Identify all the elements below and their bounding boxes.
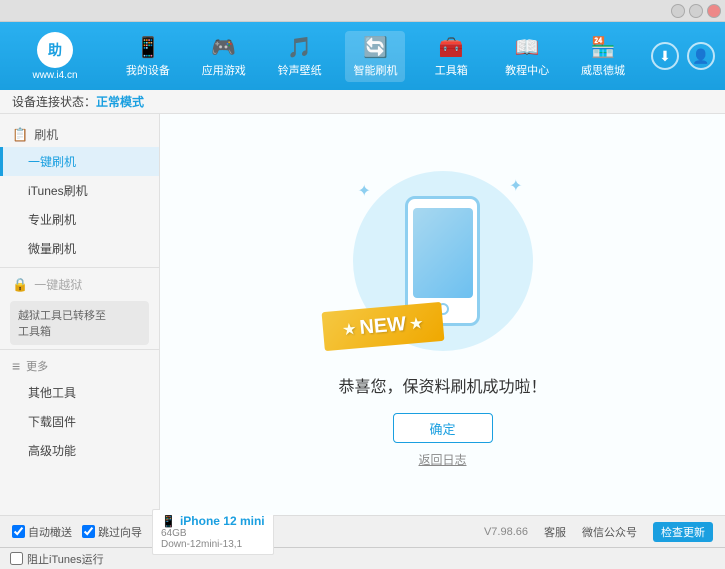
block-itunes-label: 阻止iTunes运行 <box>27 551 104 567</box>
sidebar-section-more: 更多 <box>0 354 159 378</box>
toolbox-icon: 🧰 <box>439 35 464 60</box>
sidebar-item-pro-flash[interactable]: 专业刷机 <box>0 205 159 234</box>
weishi-icon: 🏪 <box>591 35 616 60</box>
status-left: 自动橄送 跳过向导 📱 iPhone 12 mini 64GB Down-12m… <box>12 509 484 555</box>
pro-flash-label: 专业刷机 <box>28 213 76 227</box>
flash-section-label: 刷机 <box>34 126 58 143</box>
maximize-button[interactable] <box>689 4 703 18</box>
status-right: V7.98.66 客服 微信公众号 检查更新 <box>484 522 713 542</box>
nav-items: 📱 我的设备 🎮 应用游戏 🎵 铃声壁纸 🔄 智能刷机 🧰 工具箱 📖 教程中心… <box>110 31 641 82</box>
device-name-text: iPhone 12 mini <box>180 514 265 528</box>
check-update-button[interactable]: 检查更新 <box>653 522 713 542</box>
advanced-label: 高级功能 <box>28 444 76 458</box>
star-right-icon: ★ <box>409 315 423 333</box>
nav-label-tutorial: 教程中心 <box>505 62 549 78</box>
sidebar-item-advanced[interactable]: 高级功能 <box>0 436 159 465</box>
skip-wizard-checkbox-label[interactable]: 跳过向导 <box>82 524 142 540</box>
connection-prefix: 设备连接状态： <box>12 93 96 110</box>
back-home-link[interactable]: 返回日志 <box>418 451 466 468</box>
micro-flash-label: 微量刷机 <box>28 242 76 256</box>
sidebar-item-download-firmware[interactable]: 下载固件 <box>0 407 159 436</box>
smart-flash-icon: 🔄 <box>363 35 388 60</box>
auto-launch-checkbox-label[interactable]: 自动橄送 <box>12 524 72 540</box>
header: 助 www.i4.cn 📱 我的设备 🎮 应用游戏 🎵 铃声壁纸 🔄 智能刷机 … <box>0 22 725 90</box>
main-layout: 📋 刷机 一键刷机 iTunes刷机 专业刷机 微量刷机 🔒 一键越狱 越狱工具… <box>0 114 725 515</box>
star-left-icon: ★ <box>342 320 356 338</box>
sidebar: 📋 刷机 一键刷机 iTunes刷机 专业刷机 微量刷机 🔒 一键越狱 越狱工具… <box>0 114 160 515</box>
nav-item-app-games[interactable]: 🎮 应用游戏 <box>194 31 254 82</box>
logo-icon: 助 <box>37 32 73 68</box>
phone-small-icon: 📱 <box>161 514 176 528</box>
close-button[interactable] <box>707 4 721 18</box>
nav-right: ⬇ 👤 <box>651 42 715 70</box>
title-bar <box>0 0 725 22</box>
connection-status: 正常模式 <box>96 93 144 110</box>
lock-icon: 🔒 <box>12 277 28 293</box>
phone-screen <box>413 208 473 298</box>
tutorial-icon: 📖 <box>515 35 540 60</box>
nav-label-ringtone: 铃声壁纸 <box>278 62 322 78</box>
more-section-label: 更多 <box>26 358 48 374</box>
one-click-flash-label: 一键刷机 <box>28 155 76 169</box>
nav-item-weishi[interactable]: 🏪 威思德城 <box>573 31 633 82</box>
restore-label: 一键越狱 <box>34 276 82 293</box>
nav-label-app-games: 应用游戏 <box>202 62 246 78</box>
nav-item-tutorial[interactable]: 📖 教程中心 <box>497 31 557 82</box>
my-device-icon: 📱 <box>135 35 160 60</box>
flash-section-icon: 📋 <box>12 127 28 143</box>
nav-label-smart-flash: 智能刷机 <box>353 62 397 78</box>
sidebar-item-other-tools[interactable]: 其他工具 <box>0 378 159 407</box>
sparkle-topleft-icon: ✦ <box>358 181 371 201</box>
download-button[interactable]: ⬇ <box>651 42 679 70</box>
sidebar-item-itunes-flash[interactable]: iTunes刷机 <box>0 176 159 205</box>
sparkle-topright-icon: ✦ <box>509 176 522 196</box>
device-name: 📱 iPhone 12 mini <box>161 514 265 528</box>
ringtone-icon: 🎵 <box>287 35 312 60</box>
device-info: 📱 iPhone 12 mini 64GB Down-12mini-13,1 <box>152 509 274 555</box>
customer-service-link[interactable]: 客服 <box>544 524 566 540</box>
nav-label-weishi: 威思德城 <box>581 62 625 78</box>
skip-wizard-checkbox[interactable] <box>82 525 95 538</box>
minimize-button[interactable] <box>671 4 685 18</box>
wechat-official-link[interactable]: 微信公众号 <box>582 524 637 540</box>
itunes-flash-label: iTunes刷机 <box>28 184 88 198</box>
block-itunes-checkbox[interactable] <box>10 552 23 565</box>
user-button[interactable]: 👤 <box>687 42 715 70</box>
sidebar-item-one-click-flash[interactable]: 一键刷机 <box>0 147 159 176</box>
app-games-icon: 🎮 <box>211 35 236 60</box>
itunes-bar-left: 阻止iTunes运行 <box>10 551 104 567</box>
nav-item-my-device[interactable]: 📱 我的设备 <box>118 31 178 82</box>
sidebar-divider-1 <box>0 267 159 268</box>
download-firmware-label: 下载固件 <box>28 415 76 429</box>
status-bar: 自动橄送 跳过向导 📱 iPhone 12 mini 64GB Down-12m… <box>0 515 725 547</box>
new-text: ★ NEW ★ <box>342 312 423 342</box>
phone-illustration: ✦ ✦ ★ NEW ★ <box>333 161 553 361</box>
nav-item-toolbox[interactable]: 🧰 工具箱 <box>421 31 481 82</box>
sidebar-item-micro-flash[interactable]: 微量刷机 <box>0 234 159 263</box>
nav-item-ringtone[interactable]: 🎵 铃声壁纸 <box>270 31 330 82</box>
connection-bar: 设备连接状态： 正常模式 <box>0 90 725 114</box>
confirm-button[interactable]: 确定 <box>393 413 493 443</box>
device-storage: 64GB <box>161 528 265 539</box>
device-model: Down-12mini-13,1 <box>161 539 265 550</box>
other-tools-label: 其他工具 <box>28 386 76 400</box>
sidebar-divider-2 <box>0 349 159 350</box>
info-box-text: 越狱工具已转移至工具箱 <box>18 310 106 338</box>
auto-launch-checkbox[interactable] <box>12 525 25 538</box>
nav-label-my-device: 我的设备 <box>126 62 170 78</box>
main-content: ✦ ✦ ★ NEW ★ 恭喜您，保资料刷机成功啦！ 确定 返回日志 <box>160 114 725 515</box>
skip-wizard-label: 跳过向导 <box>98 524 142 540</box>
sidebar-section-flash[interactable]: 📋 刷机 <box>0 122 159 147</box>
sidebar-info-box: 越狱工具已转移至工具箱 <box>10 301 149 345</box>
success-message: 恭喜您，保资料刷机成功啦！ <box>338 373 546 397</box>
nav-item-smart-flash[interactable]: 🔄 智能刷机 <box>345 31 405 82</box>
version-text: V7.98.66 <box>484 526 528 538</box>
logo-area: 助 www.i4.cn <box>10 32 100 81</box>
nav-label-toolbox: 工具箱 <box>435 62 468 78</box>
sidebar-section-restore: 🔒 一键越狱 <box>0 272 159 297</box>
auto-launch-label: 自动橄送 <box>28 524 72 540</box>
logo-url: www.i4.cn <box>32 70 77 81</box>
